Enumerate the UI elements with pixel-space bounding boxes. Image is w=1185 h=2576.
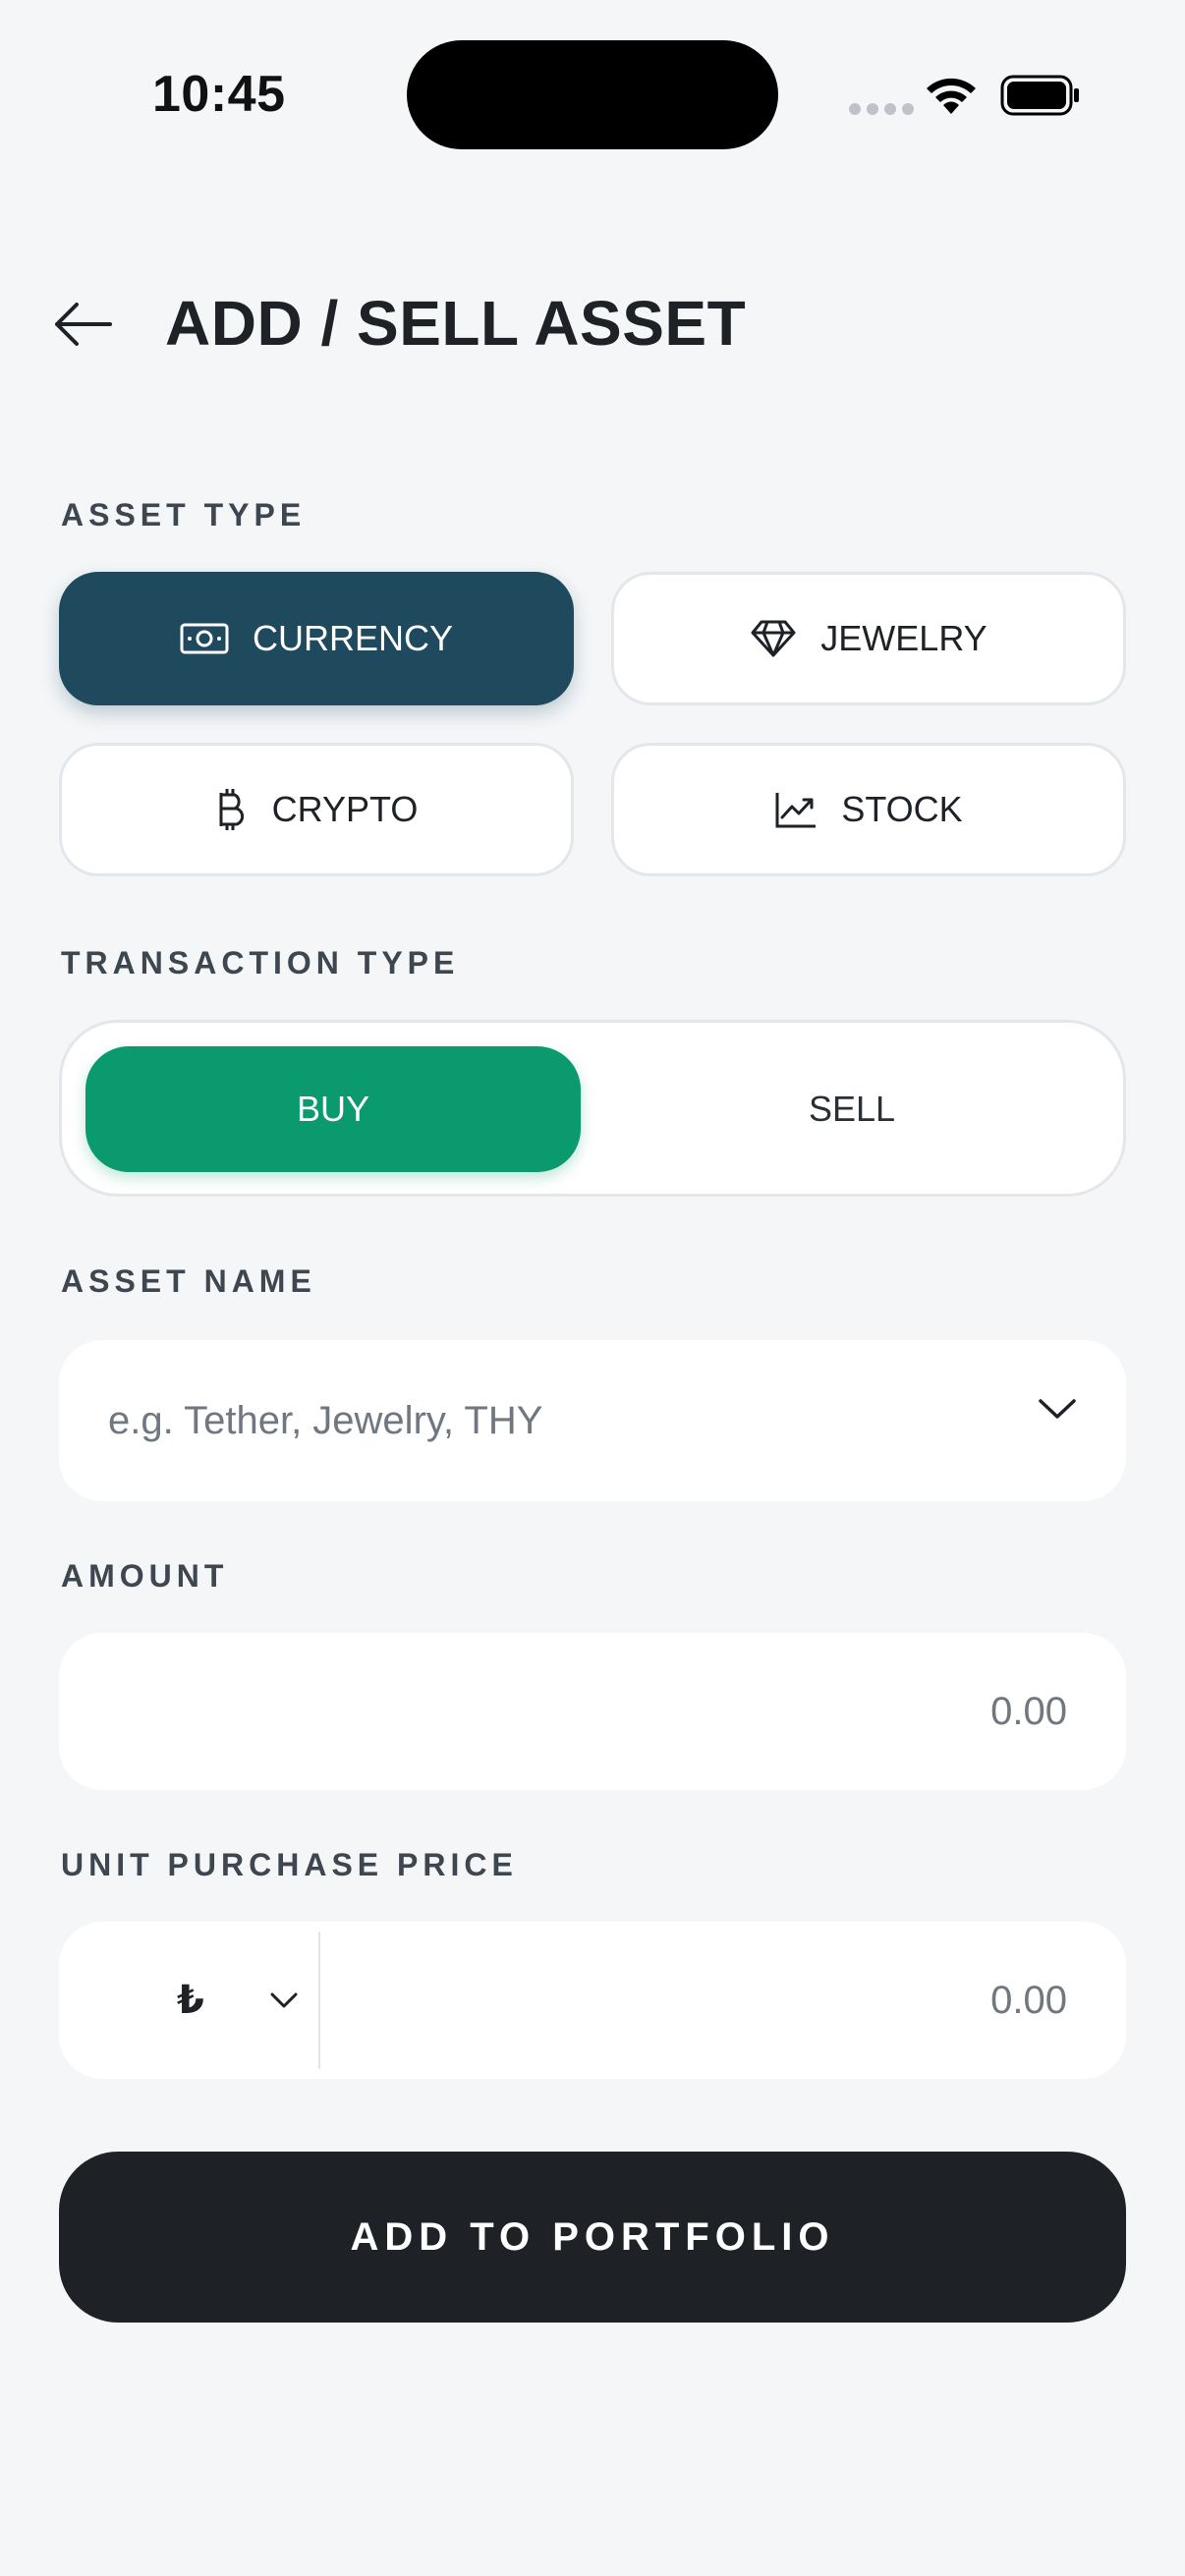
battery-icon: [1000, 75, 1079, 116]
amount-input[interactable]: [281, 1633, 1067, 1790]
chevron-down-icon[interactable]: [1038, 1397, 1077, 1421]
line-chart-icon: [774, 790, 818, 829]
unit-price-input[interactable]: [379, 1922, 1067, 2079]
asset-type-stock-button[interactable]: STOCK: [611, 743, 1126, 876]
buy-option[interactable]: BUY: [85, 1046, 581, 1172]
transaction-type-toggle: BUY SELL: [59, 1020, 1126, 1197]
unit-price-label: UNIT PURCHASE PRICE: [61, 1847, 518, 1882]
transaction-type-label: TRANSACTION TYPE: [61, 945, 460, 980]
asset-name-label: ASSET NAME: [61, 1263, 316, 1299]
currency-select[interactable]: ₺: [59, 1922, 318, 2079]
asset-type-label-crypto: CRYPTO: [271, 789, 419, 829]
asset-name-input[interactable]: [108, 1340, 992, 1501]
divider: [318, 1932, 320, 2069]
add-to-portfolio-button[interactable]: ADD TO PORTFOLIO: [59, 2152, 1126, 2323]
amount-field[interactable]: [59, 1633, 1126, 1790]
chevron-down-icon: [269, 1990, 299, 2010]
asset-type-jewelry-button[interactable]: JEWELRY: [611, 572, 1126, 705]
currency-symbol: ₺: [177, 1979, 204, 2022]
arrow-left-icon: [55, 303, 112, 346]
asset-type-label: ASSET TYPE: [61, 497, 307, 532]
asset-type-crypto-button[interactable]: CRYPTO: [59, 743, 574, 876]
screen: 10:45 ADD / SELL ASSET ASSET TYPE CURREN…: [0, 0, 1185, 2576]
sell-option[interactable]: SELL: [604, 1046, 1100, 1172]
amount-label: AMOUNT: [61, 1558, 229, 1594]
status-time: 10:45: [152, 66, 286, 123]
banknote-icon: [180, 623, 229, 654]
asset-type-label-jewelry: JEWELRY: [820, 618, 988, 658]
diamond-icon: [750, 619, 797, 658]
cellular-signal-icon: [849, 103, 914, 115]
page-title: ADD / SELL ASSET: [165, 288, 747, 359]
bitcoin-icon: [215, 787, 249, 832]
asset-name-field[interactable]: [59, 1340, 1126, 1501]
back-button[interactable]: [47, 293, 118, 356]
wifi-icon: [927, 78, 976, 114]
dynamic-island: [407, 40, 778, 149]
asset-type-label-stock: STOCK: [841, 789, 963, 829]
unit-price-field: ₺: [59, 1922, 1126, 2079]
asset-type-currency-button[interactable]: CURRENCY: [59, 572, 574, 705]
asset-type-label-currency: CURRENCY: [252, 618, 453, 658]
